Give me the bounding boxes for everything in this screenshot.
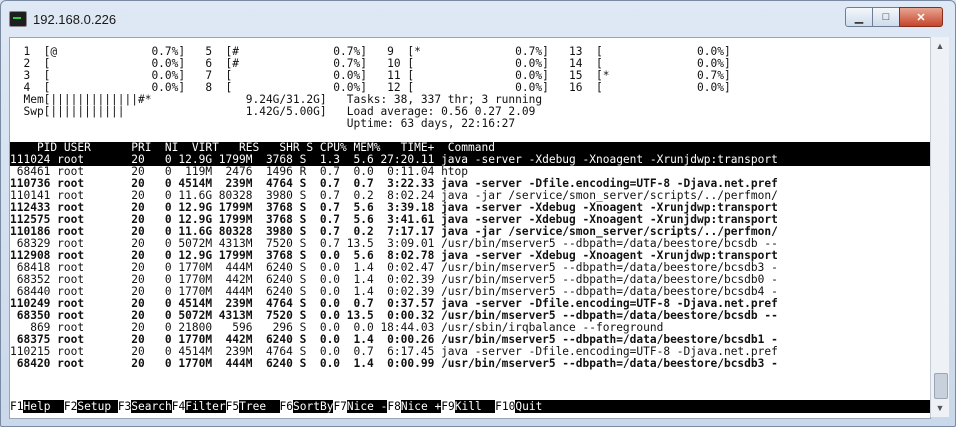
tree-label[interactable]: Tree	[239, 400, 280, 413]
filter-label[interactable]: Filter	[185, 400, 226, 413]
help-label[interactable]: Help	[23, 400, 64, 413]
maximize-button[interactable]: □	[872, 7, 900, 27]
f7-key[interactable]: F7	[333, 400, 347, 413]
search-label[interactable]: Search	[131, 400, 172, 413]
f6-key[interactable]: F6	[279, 400, 294, 413]
sortby-label[interactable]: SortBy	[293, 400, 334, 413]
f2-key[interactable]: F2	[63, 400, 78, 413]
f1-key[interactable]: F1	[10, 400, 24, 413]
window-controls: ▁ □ ✕	[845, 7, 943, 27]
window-title: 192.168.0.226	[33, 12, 117, 27]
table-row[interactable]: 68420 root 20 0 1770M 444M 6240 S 0.0 1.…	[10, 358, 778, 370]
scroll-down-arrow-icon[interactable]: ▼	[933, 401, 947, 415]
close-button[interactable]: ✕	[899, 7, 943, 27]
f5-key[interactable]: F5	[225, 400, 240, 413]
f4-key[interactable]: F4	[171, 400, 186, 413]
kill-label[interactable]: Kill	[454, 400, 496, 413]
function-key-bar: F1Help F2Setup F3SearchF4FilterF5Tree F6…	[10, 400, 930, 413]
setup-label[interactable]: Setup	[77, 400, 118, 413]
f3-key[interactable]: F3	[117, 400, 132, 413]
uptime-row: Uptime: 63 days, 22:16:27	[10, 117, 516, 130]
terminal-app-icon	[9, 11, 27, 27]
f10-key[interactable]: F10	[495, 400, 516, 413]
vertical-scrollbar[interactable]: ▲ ▼	[930, 37, 949, 417]
nice-plus-label[interactable]: Nice +	[400, 400, 442, 413]
title-bar[interactable]: 192.168.0.226 ▁ □ ✕	[1, 1, 955, 37]
f8-key[interactable]: F8	[387, 400, 401, 413]
terminal-window: 192.168.0.226 ▁ □ ✕ 1 [@ 0.7%] 5 [# 0.7%…	[0, 0, 956, 427]
minimize-button[interactable]: ▁	[845, 7, 873, 27]
f9-key[interactable]: F9	[441, 400, 455, 413]
htop-terminal[interactable]: 1 [@ 0.7%] 5 [# 0.7%] 9 [* 0.7%] 13 [ 0.…	[9, 37, 931, 419]
scroll-up-arrow-icon[interactable]: ▲	[933, 39, 947, 53]
nice-minus-label[interactable]: Nice -	[346, 400, 388, 413]
quit-label[interactable]: Quit	[515, 400, 543, 413]
scroll-thumb[interactable]	[934, 373, 948, 399]
